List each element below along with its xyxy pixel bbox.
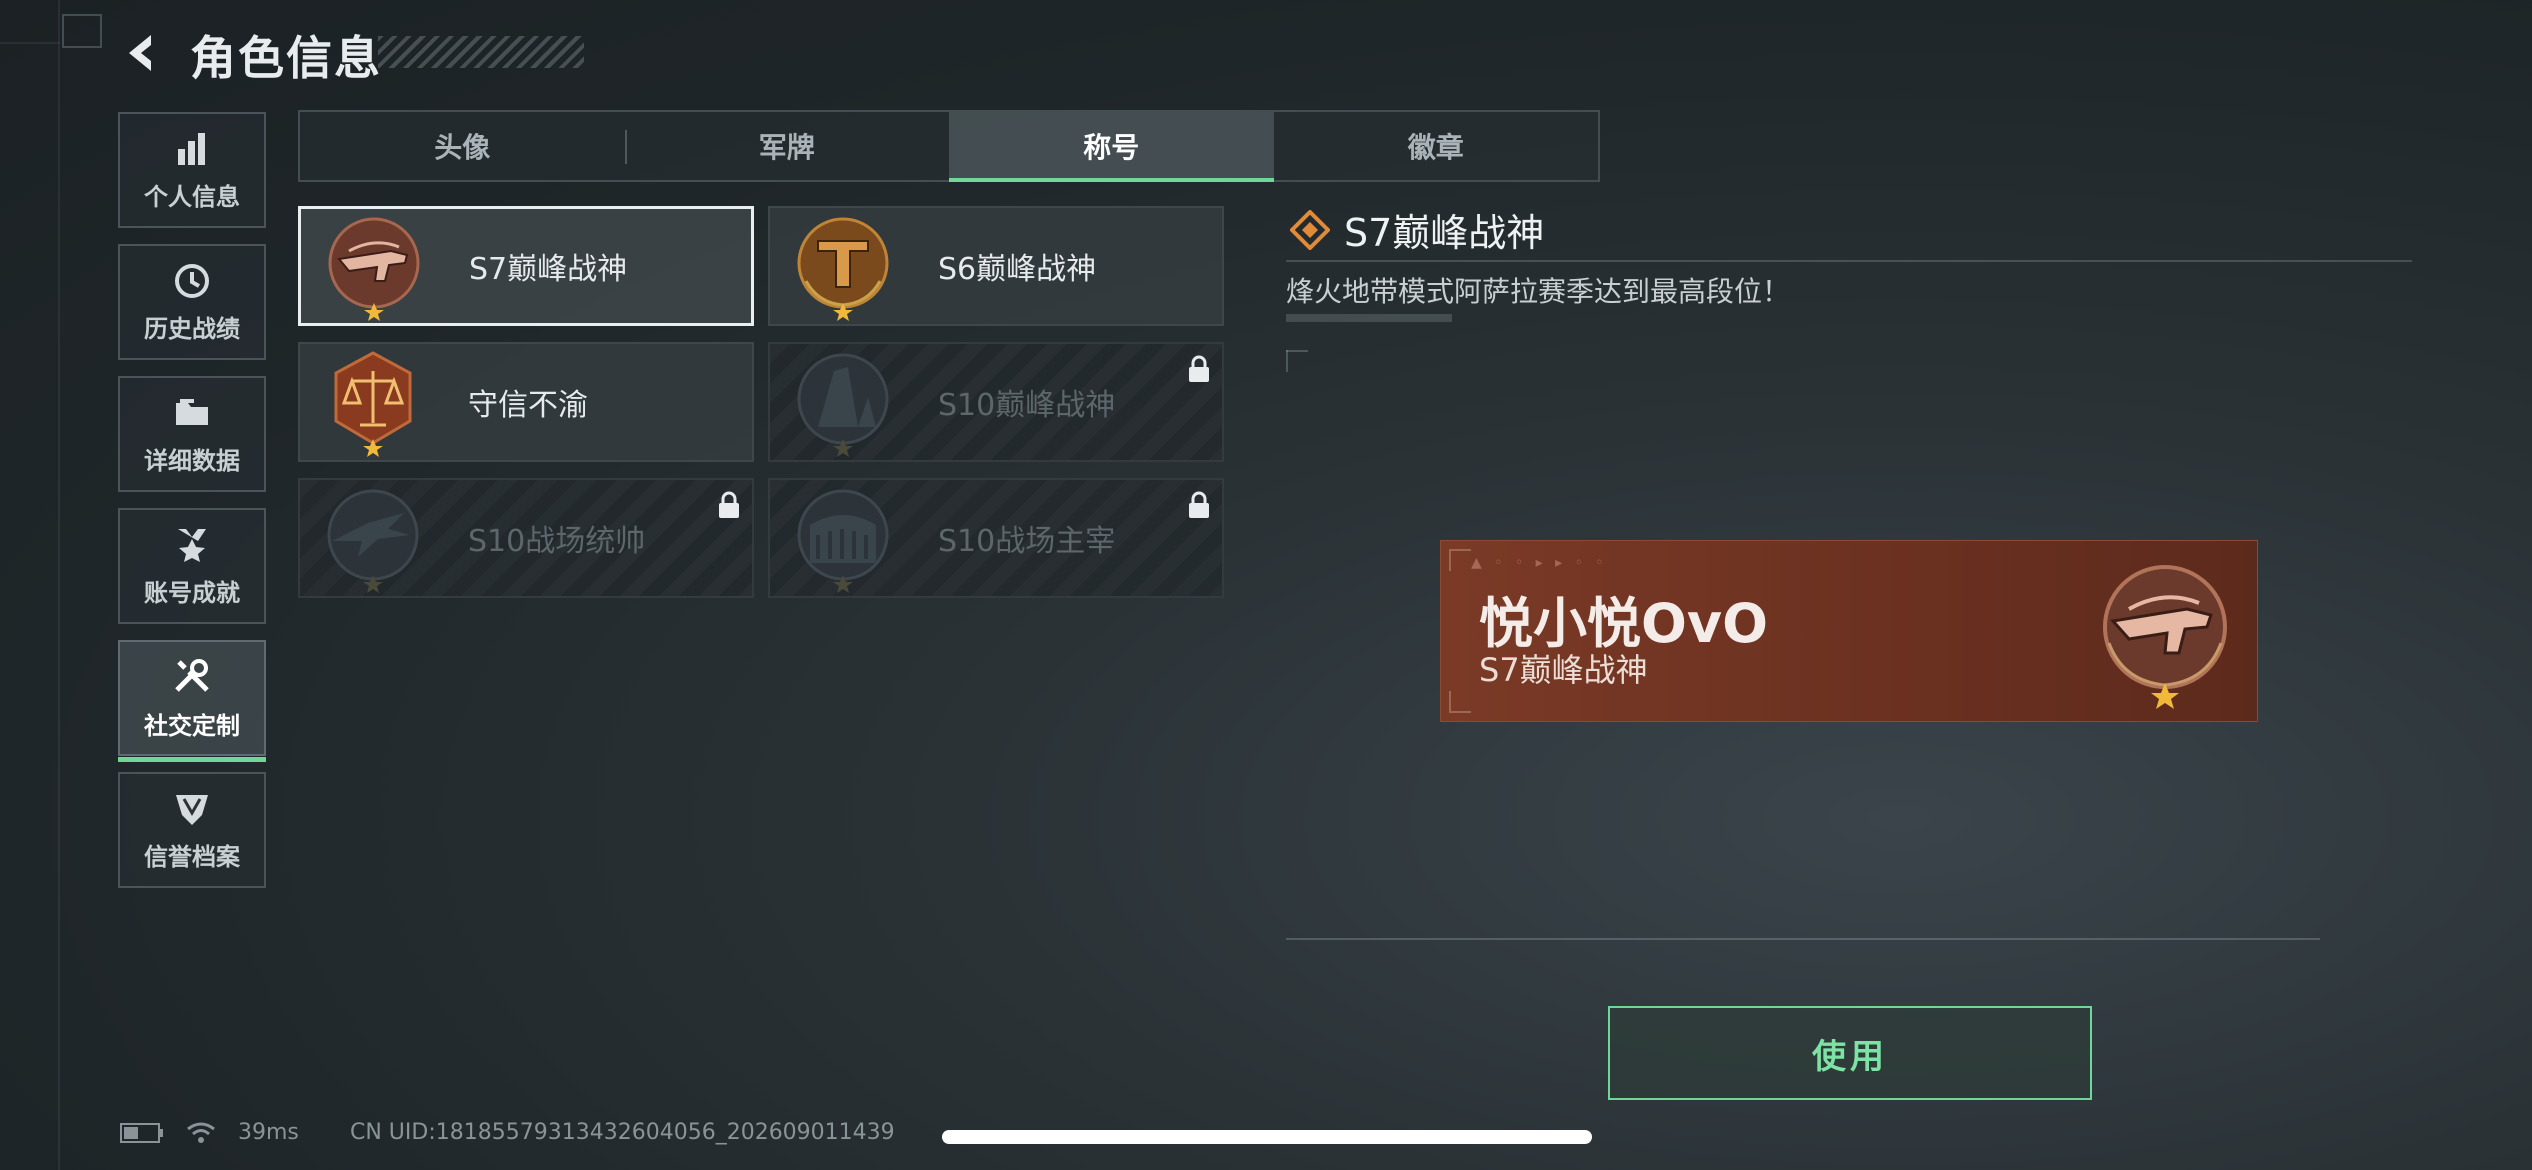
title-label: S6巅峰战神 bbox=[938, 252, 1097, 287]
back-button[interactable] bbox=[118, 28, 168, 78]
nav-label: 社交定制 bbox=[144, 711, 240, 740]
nav-label: 详细数据 bbox=[144, 446, 240, 475]
tab-badge[interactable]: 徽章 bbox=[1274, 112, 1599, 180]
battery-icon bbox=[120, 1122, 163, 1143]
nav-social-custom[interactable]: 社交定制 bbox=[118, 640, 266, 762]
nav-label: 个人信息 bbox=[144, 182, 240, 211]
title-card-s10-peak[interactable]: S10巅峰战神 bbox=[768, 342, 1224, 462]
detail-description: 烽火地带模式阿萨拉赛季达到最高段位！ bbox=[1286, 275, 1791, 308]
tab-dog-tag[interactable]: 军牌 bbox=[624, 112, 950, 180]
tab-bar: 头像 军牌 称号 徽章 bbox=[298, 110, 1600, 182]
tab-title[interactable]: 称号 bbox=[949, 112, 1274, 182]
title-label: S10战场主宰 bbox=[938, 524, 1116, 559]
detail-title: S7巅峰战神 bbox=[1290, 202, 1544, 257]
preview-title: S7巅峰战神 bbox=[1479, 651, 1648, 689]
back-arrow-icon bbox=[129, 35, 151, 71]
gun-emblem-icon bbox=[328, 217, 420, 321]
fortress-emblem-icon bbox=[797, 217, 889, 321]
nav-label: 账号成就 bbox=[144, 578, 240, 607]
title-card-s10-commander[interactable]: S10战场统帅 bbox=[298, 478, 754, 598]
title-label: S7巅峰战神 bbox=[469, 252, 628, 287]
detail-title-text: S7巅峰战神 bbox=[1344, 211, 1545, 255]
title-card-trustworthy[interactable]: 守信不渝 bbox=[298, 342, 754, 462]
ping-text: 39ms bbox=[238, 1120, 299, 1145]
divider bbox=[1286, 938, 2320, 940]
tab-avatar[interactable]: 头像 bbox=[300, 112, 625, 180]
corner-bracket bbox=[62, 14, 102, 48]
title-decoration bbox=[378, 36, 584, 68]
scales-emblem-icon bbox=[334, 351, 412, 457]
lock-icon bbox=[719, 491, 739, 518]
medal-icon bbox=[178, 528, 206, 562]
status-bar: 39ms bbox=[120, 1120, 299, 1145]
home-indicator[interactable] bbox=[942, 1130, 1592, 1144]
tools-icon bbox=[175, 658, 209, 692]
lock-icon bbox=[1189, 491, 1209, 518]
title-label: 守信不渝 bbox=[468, 388, 588, 423]
folder-icon bbox=[176, 398, 208, 425]
shield-icon bbox=[176, 794, 208, 825]
title-label: S10战场统帅 bbox=[468, 524, 646, 559]
nav-achievements[interactable]: 账号成就 bbox=[118, 508, 266, 624]
nav-detailed-data[interactable]: 详细数据 bbox=[118, 376, 266, 492]
title-card-s10-dominator[interactable]: S10战场主宰 bbox=[768, 478, 1224, 598]
gun-emblem-icon bbox=[2103, 565, 2227, 709]
bar-chart-icon bbox=[178, 132, 205, 165]
jet-emblem-icon bbox=[327, 489, 419, 593]
colosseum-emblem-icon bbox=[797, 489, 889, 593]
nav-label: 历史战绩 bbox=[144, 314, 240, 343]
use-button[interactable]: 使用 bbox=[1608, 1006, 2092, 1100]
title-card-s7[interactable]: S7巅峰战神 bbox=[298, 206, 754, 326]
nav-personal-info[interactable]: 个人信息 bbox=[118, 112, 266, 228]
title-label: S10巅峰战神 bbox=[938, 388, 1116, 423]
tower-emblem-icon bbox=[797, 353, 889, 457]
detail-faint-text bbox=[1286, 314, 1452, 322]
title-card-s6[interactable]: S6巅峰战神 bbox=[768, 206, 1224, 326]
uid-text: CN UID:18185579313432604056⁩_20260901143… bbox=[350, 1120, 895, 1145]
diamond-icon bbox=[1290, 209, 1330, 250]
nav-label: 信誉档案 bbox=[144, 842, 240, 871]
nav-credit-profile[interactable]: 信誉档案 bbox=[118, 772, 266, 888]
clock-icon bbox=[175, 263, 209, 298]
wifi-icon bbox=[187, 1122, 215, 1143]
page-title: 角色信息 bbox=[190, 31, 382, 85]
lock-icon bbox=[1189, 355, 1209, 382]
name-card-preview: ▲ ◦ ◦ ▸ ▸ ◦ ◦ 悦小悦OvO S7巅峰战神 bbox=[1440, 540, 2258, 722]
name-card-decoration: ▲ ◦ ◦ ▸ ▸ ◦ ◦ bbox=[1471, 555, 1608, 571]
divider bbox=[1286, 260, 2412, 262]
nav-match-history[interactable]: 历史战绩 bbox=[118, 244, 266, 360]
